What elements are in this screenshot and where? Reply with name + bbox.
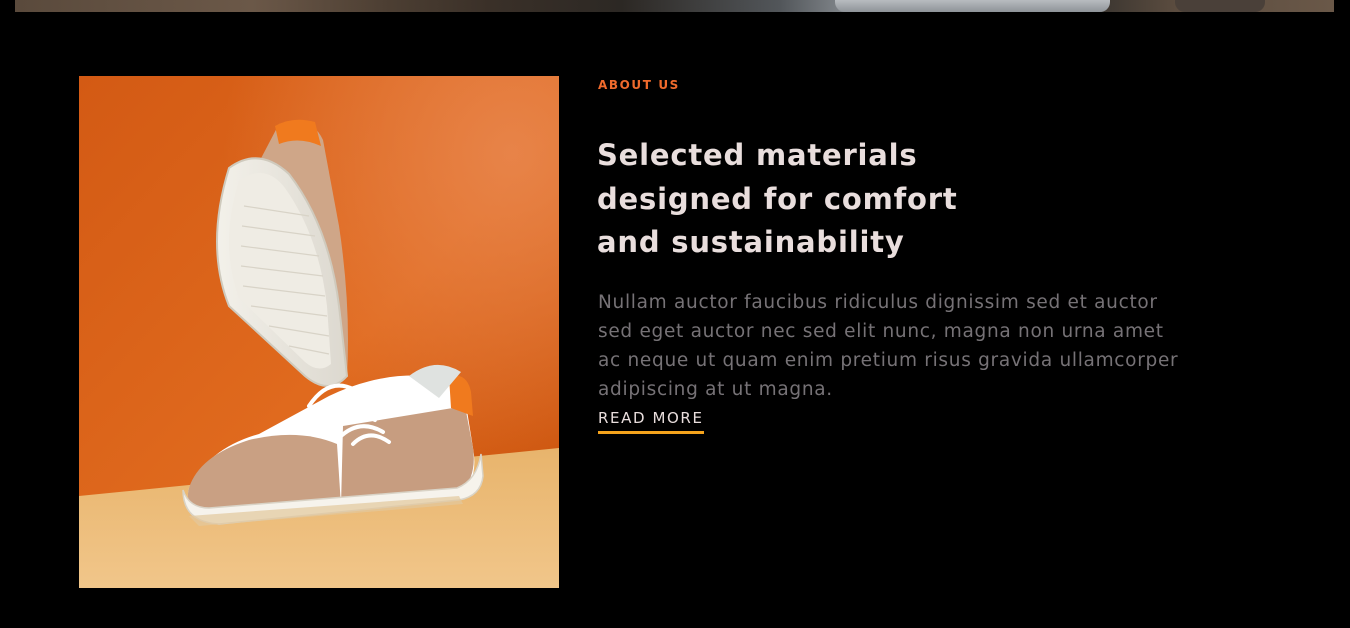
heading-line: designed for comfort <box>597 181 958 216</box>
description-line: ac neque ut quam enim pretium risus grav… <box>598 350 1179 371</box>
hero-image <box>15 0 1334 12</box>
heading-line: and sustainability <box>597 225 905 259</box>
page: ABOUT US Selected materials designed for… <box>0 0 1350 628</box>
description-line: adipiscing at ut magna. <box>598 379 833 400</box>
description-line: Nullam auctor faucibus ridiculus digniss… <box>598 292 1158 313</box>
section-description: Nullam auctor faucibus ridiculus digniss… <box>598 288 1238 404</box>
hero-stone-shape <box>835 0 1110 12</box>
heading-line: Selected materials <box>597 138 918 172</box>
sneakers-illustration <box>79 76 559 588</box>
section-heading: Selected materials designed for comfort … <box>597 134 1017 265</box>
hero-rock-shape <box>1175 0 1265 12</box>
section-eyebrow: ABOUT US <box>598 78 680 92</box>
about-product-image <box>79 76 559 588</box>
description-line: sed eget auctor nec sed elit nunc, magna… <box>598 321 1164 342</box>
read-more-link[interactable]: READ MORE <box>598 409 704 434</box>
